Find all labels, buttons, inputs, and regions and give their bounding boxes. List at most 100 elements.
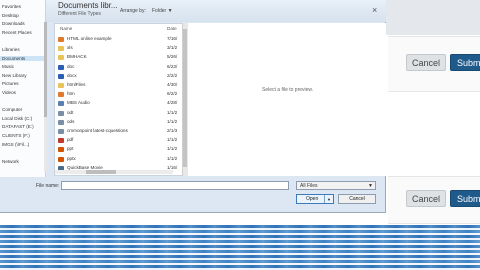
file-name: docx (67, 72, 77, 78)
file-row[interactable]: xls 3/1/2 (58, 45, 180, 52)
file-row[interactable]: odt 1/1/2 (58, 110, 180, 117)
file-name: pdf (67, 137, 74, 143)
file-row[interactable]: HTML online example 7/16/ (58, 36, 180, 43)
navigation-pane: Favorites Desktop Downloads Recent Places Li… (0, 0, 46, 177)
file-row[interactable]: docx 2/2/2 (58, 73, 180, 80)
nav-item[interactable]: New Library (2, 73, 27, 78)
file-type-value: All Files (300, 183, 318, 189)
file-date: 1/1/2 (167, 109, 178, 115)
file-date: 4/28/ (167, 100, 178, 106)
cancel-button[interactable]: Cancel (338, 194, 376, 204)
nav-item[interactable]: Videos (2, 90, 16, 95)
column-header-name[interactable]: Name (60, 26, 72, 31)
file-date: 2/2/2 (167, 72, 178, 78)
page-submit-button-1[interactable]: Submit (450, 54, 480, 71)
file-name: ppt (67, 146, 74, 152)
page-submit-button-2[interactable]: Submit (450, 190, 480, 207)
word-file-icon (58, 73, 64, 79)
close-icon[interactable]: × (372, 5, 377, 15)
file-row[interactable]: pdf 1/1/2 (58, 137, 180, 144)
nav-scrollbar-thumb[interactable] (44, 22, 47, 117)
file-date: 5/26/ (167, 54, 178, 60)
html-file-icon (58, 37, 64, 42)
nav-item[interactable]: DATAFAST (E:) (2, 124, 34, 129)
file-date: 7/16/ (167, 36, 178, 41)
file-name: MBS Audio (67, 100, 90, 106)
nav-item[interactable]: Libraries (2, 47, 20, 52)
file-row[interactable]: BMHACK 5/26/ (58, 54, 180, 61)
arrange-by-label: Arrange by: (120, 8, 146, 14)
file-name: odt (67, 109, 74, 115)
file-date: 4/30/ (167, 82, 178, 87)
file-type-select[interactable]: All Files ▼ (296, 181, 376, 190)
nav-item[interactable]: Music (2, 64, 14, 69)
html-file-icon (58, 92, 64, 98)
file-date: 1/1/2 (167, 137, 178, 143)
file-row[interactable]: ppt 1/1/2 (58, 146, 180, 153)
file-date: 1/1/2 (167, 118, 178, 124)
file-name: cmmonpoint latest-cquestions (67, 128, 128, 133)
file-row[interactable]: pptx 1/1/2 (58, 156, 180, 163)
page-cancel-button-2[interactable]: Cancel (406, 190, 446, 207)
file-name-input[interactable] (61, 181, 289, 190)
file-name: BMHACK (67, 54, 87, 60)
library-title: Documents libr... (58, 1, 118, 10)
file-name: xls (67, 45, 73, 51)
file-name: pptx (67, 155, 76, 161)
nav-item[interactable]: Downloads (2, 21, 25, 26)
arrange-by-dropdown[interactable]: Folder ▼ (152, 8, 173, 14)
nav-item[interactable]: CLIENTS (F:) (2, 133, 30, 138)
chevron-down-icon: ▼ (167, 8, 173, 14)
nav-item[interactable]: Desktop (2, 13, 19, 18)
file-date: 3/1/2 (167, 45, 178, 51)
nav-item[interactable]: Local Disk (C:) (2, 116, 32, 121)
file-name: htmlFiles (67, 82, 86, 87)
file-list: Name Date HTML online example 7/16/xls 3/1… (54, 23, 185, 176)
file-row[interactable]: htm 6/2/2 (58, 91, 180, 98)
file-row[interactable]: MBS Audio 4/28/ (58, 100, 180, 107)
open-button[interactable]: Open ▼ (296, 194, 334, 204)
file-date: 6/2/2 (167, 91, 178, 97)
nav-item[interactable]: Recent Places (2, 30, 32, 35)
file-name: doc (67, 63, 75, 69)
file-date: 2/1/3 (167, 128, 178, 133)
folder-file-icon (58, 46, 64, 52)
file-name: ods (67, 118, 75, 124)
nav-item[interactable]: IMGS (\\Fil...) (2, 142, 29, 147)
ppt-file-icon (58, 147, 64, 153)
word-file-icon (58, 64, 64, 70)
file-list-hscroll-thumb[interactable] (86, 170, 116, 174)
library-subtitle: Different File Types (58, 11, 101, 17)
page-cancel-button-1[interactable]: Cancel (406, 54, 446, 71)
file-date: 1/1/2 (167, 155, 178, 161)
nav-item[interactable]: Network (2, 159, 19, 164)
dropdown-arrow-icon[interactable]: ▼ (324, 195, 333, 203)
folder-file-icon (58, 83, 64, 88)
doc-file-icon (58, 110, 64, 116)
pdf-file-icon (58, 138, 64, 144)
file-name: htm (67, 91, 75, 97)
preview-message: Select a file to preview. (262, 87, 314, 93)
file-row[interactable]: cmmonpoint latest-cquestions 2/1/3 (58, 128, 180, 135)
dialog-header: Documents libr... Different File Types A… (0, 0, 386, 22)
nav-item[interactable]: Favorites (2, 4, 21, 9)
file-list-vscroll-thumb[interactable] (183, 29, 187, 167)
folder-file-icon (58, 55, 64, 61)
file-date: 1/1/2 (167, 146, 178, 152)
audio-file-icon (58, 101, 64, 107)
chevron-down-icon: ▼ (368, 183, 373, 189)
nav-item[interactable]: Documents (0, 55, 45, 61)
file-row[interactable]: doc 6/23/ (58, 64, 180, 71)
ppt-file-icon (58, 156, 64, 162)
file-name-label: File name: (36, 183, 60, 189)
doc-file-icon (58, 119, 64, 125)
nav-item[interactable]: Computer (2, 107, 22, 112)
file-name: HTML online example (67, 36, 112, 41)
file-row[interactable]: ods 1/1/2 (58, 119, 180, 126)
nav-item[interactable]: Pictures (2, 81, 19, 86)
file-date: 6/23/ (167, 63, 178, 69)
column-header-date[interactable]: Date (167, 26, 177, 31)
file-row[interactable]: htmlFiles 4/30/ (58, 82, 180, 89)
file-open-dialog: Documents libr... Different File Types A… (0, 0, 386, 213)
open-button-label: Open (306, 196, 319, 202)
